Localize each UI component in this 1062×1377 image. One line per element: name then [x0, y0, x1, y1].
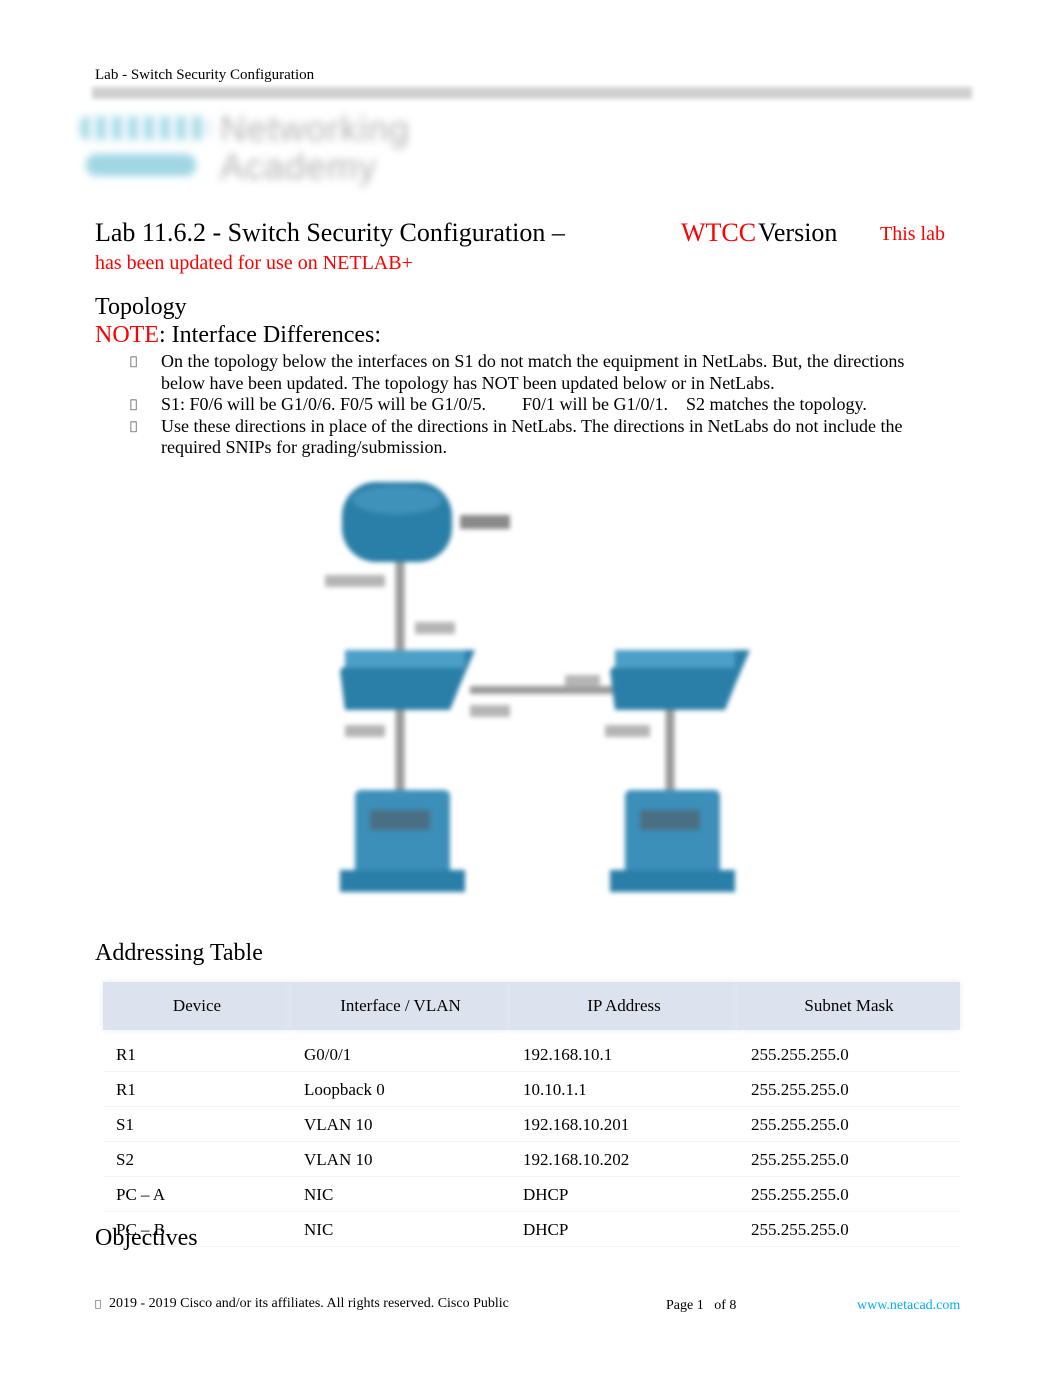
column-header-mask: Subnet Mask	[738, 982, 960, 1030]
cell-interface: G0/0/1	[291, 1030, 510, 1072]
table-row: R1 Loopback 0 10.10.1.1 255.255.255.0	[103, 1072, 960, 1107]
router-icon	[342, 482, 452, 562]
cell-device: R1	[103, 1030, 291, 1072]
switch-s1-icon	[340, 650, 475, 710]
cisco-netacad-logo: Networking Academy	[70, 108, 430, 188]
bullet-icon: 	[130, 394, 137, 416]
topology-diagram	[300, 470, 780, 910]
cisco-wordmark-icon	[86, 154, 196, 176]
title-wtcc: WTCC	[681, 218, 757, 247]
footer-copyright: 2019 - 2019 Cisco and/or its affiliates…	[95, 1296, 509, 1312]
table-row: S1 VLAN 10 192.168.10.201 255.255.255.0	[103, 1107, 960, 1142]
bullet-icon: 	[130, 416, 137, 438]
logo-text-line1: Networking	[220, 108, 411, 149]
cell-ip: DHCP	[510, 1212, 738, 1247]
column-header-interface: Interface / VLAN	[291, 982, 510, 1030]
title-note-rest: has been updated for use on NETLAB+	[95, 252, 413, 274]
bullet-text: Use these directions in place of the dir…	[161, 415, 903, 458]
copyright-text: 2019 - 2019 Cisco and/or its affiliates.…	[103, 1296, 509, 1311]
label-s2-pcb	[605, 725, 650, 737]
title-version: Version	[758, 218, 838, 247]
cell-ip: 192.168.10.202	[510, 1142, 738, 1177]
cell-device: S2	[103, 1142, 291, 1177]
addressing-table: Device Interface / VLAN IP Address Subne…	[103, 982, 960, 1247]
pc-a-icon	[340, 790, 465, 892]
cell-mask: 255.255.255.0	[738, 1072, 960, 1107]
cell-mask: 255.255.255.0	[738, 1212, 960, 1247]
addressing-table-heading: Addressing Table	[95, 940, 263, 966]
topology-heading: Topology	[95, 294, 187, 320]
label-s1-pca	[345, 725, 385, 737]
column-header-ip: IP Address	[510, 982, 738, 1030]
cell-device: S1	[103, 1107, 291, 1142]
cell-mask: 255.255.255.0	[738, 1177, 960, 1212]
note-heading: NOTE: Interface Differences:	[95, 322, 381, 349]
logo-text-line2: Academy	[220, 146, 378, 187]
list-item:  S1: F0/6 will be G1/0/6. F0/5 will be …	[130, 394, 930, 416]
table-row: R1 G0/0/1 192.168.10.1 255.255.255.0	[103, 1030, 960, 1072]
table-row: PC – B NIC DHCP 255.255.255.0	[103, 1212, 960, 1247]
cell-device: PC – A	[103, 1177, 291, 1212]
label-r1-g001	[325, 575, 385, 587]
column-header-device: Device	[103, 982, 291, 1030]
cell-interface: NIC	[291, 1212, 510, 1247]
page-number: Page 1 of 8	[666, 1298, 737, 1313]
cell-ip: 192.168.10.201	[510, 1107, 738, 1142]
bullet-text: On the topology below the interfaces on …	[161, 351, 905, 393]
table-header-row: Device Interface / VLAN IP Address Subne…	[103, 982, 960, 1030]
cell-ip: DHCP	[510, 1177, 738, 1212]
label-s2-trunk	[565, 675, 600, 687]
cell-mask: 255.255.255.0	[738, 1030, 960, 1072]
cell-interface: Loopback 0	[291, 1072, 510, 1107]
list-item:  On the topology below the interfaces o…	[130, 351, 930, 394]
page-title: Lab 11.6.2 - Switch Security Configurati…	[95, 218, 965, 248]
cell-interface: VLAN 10	[291, 1142, 510, 1177]
cell-ip: 10.10.1.1	[510, 1072, 738, 1107]
header-divider	[92, 87, 972, 99]
cell-mask: 255.255.255.0	[738, 1142, 960, 1177]
cell-mask: 255.255.255.0	[738, 1107, 960, 1142]
table-row: PC – A NIC DHCP 255.255.255.0	[103, 1177, 960, 1212]
bullet-icon: 	[130, 351, 137, 373]
table-row: S2 VLAN 10 192.168.10.202 255.255.255.0	[103, 1142, 960, 1177]
copyright-icon: 	[95, 1299, 101, 1310]
title-main: Lab 11.6.2 - Switch Security Configurati…	[95, 218, 565, 247]
cell-device: R1	[103, 1072, 291, 1107]
running-header: Lab - Switch Security Configuration	[95, 67, 315, 83]
label-s1-trunk	[470, 705, 510, 717]
note-bullet-list:  On the topology below the interfaces o…	[130, 351, 930, 459]
objectives-heading: Objectives	[95, 1225, 198, 1251]
title-note-start: This lab	[880, 223, 945, 245]
list-item:  Use these directions in place of the d…	[130, 416, 930, 459]
pc-b-icon	[610, 790, 735, 892]
cell-interface: VLAN 10	[291, 1107, 510, 1142]
label-s1-uplink	[415, 622, 455, 634]
cell-ip: 192.168.10.1	[510, 1030, 738, 1072]
cisco-bars-icon	[80, 116, 210, 140]
netacad-link[interactable]: www.netacad.com	[857, 1298, 960, 1314]
label-r1-lo	[460, 515, 510, 529]
bullet-text: S1: F0/6 will be G1/0/6. F0/5 will be G1…	[161, 394, 867, 414]
note-label: NOTE	[95, 322, 159, 348]
switch-s2-icon	[610, 650, 750, 710]
note-text: : Interface Differences:	[158, 322, 382, 348]
cell-interface: NIC	[291, 1177, 510, 1212]
